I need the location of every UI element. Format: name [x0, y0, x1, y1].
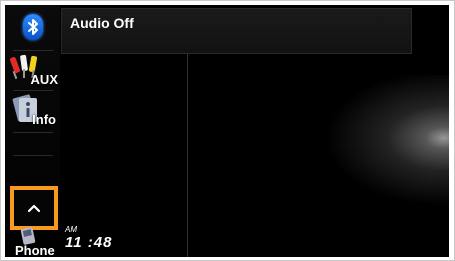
sidebar-item-bluetooth[interactable]: [7, 7, 58, 47]
page-title: Audio Off: [70, 15, 134, 31]
sidebar-item-label: AUX: [30, 72, 58, 87]
sidebar-item-info[interactable]: Info: [7, 93, 58, 129]
sidebar-divider: [13, 90, 53, 91]
sidebar-divider: [13, 50, 53, 51]
background-glare: [309, 75, 449, 215]
source-title-bar: Audio Off: [61, 8, 412, 54]
sidebar-divider: [13, 155, 53, 156]
sidebar: AUX Info Phone: [5, 5, 60, 257]
sidebar-item-phone[interactable]: Phone: [7, 227, 58, 257]
sidebar-item-label: Info: [32, 112, 56, 127]
head-unit-screen: AUX Info Phone Audio Off AM 11:48: [5, 5, 449, 257]
sidebar-item-aux[interactable]: AUX: [7, 53, 58, 87]
sidebar-item-label: Phone: [15, 243, 55, 257]
chevron-up-icon: [27, 204, 41, 213]
sidebar-divider: [13, 132, 53, 133]
clock-ampm: AM: [65, 225, 77, 234]
panel-divider: [187, 54, 188, 257]
scroll-up-button[interactable]: [10, 186, 58, 230]
clock-time: 11 :48: [65, 234, 113, 251]
window-frame: AUX Info Phone Audio Off AM 11:48: [0, 0, 455, 261]
bluetooth-icon: [22, 14, 43, 40]
